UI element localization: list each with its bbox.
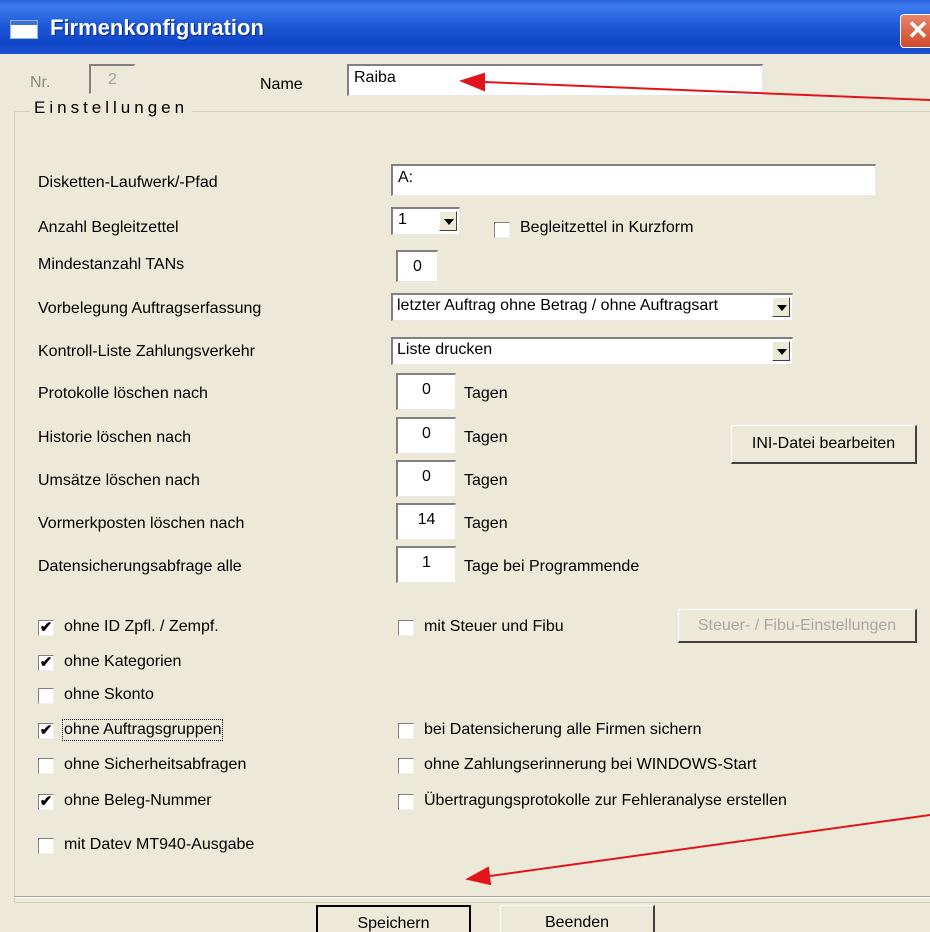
option-checkbox[interactable] [398,620,414,636]
option-label: mit Steuer und Fibu [424,618,564,635]
historie-input[interactable]: 0 [396,417,456,454]
protokolle-label: Protokolle löschen nach [38,385,208,402]
vormerk-label: Vormerkposten löschen nach [38,515,245,532]
begleit-kurzform-label: Begleitzettel in Kurzform [520,219,694,236]
umsaetze-unit: Tagen [464,472,508,489]
option-checkbox[interactable] [398,758,414,774]
checkmark-icon: ✔ [39,722,53,739]
steuer-fibu-button[interactable]: Steuer- / Fibu-Einstellungen [678,609,917,643]
option-label: ohne ID Zpfl. / Zempf. [64,618,219,635]
umsaetze-label: Umsätze löschen nach [38,472,200,489]
quit-button[interactable]: Beenden [500,905,655,932]
begleit-kurzform-checkbox[interactable] [494,222,510,238]
option-label: ohne Skonto [64,686,154,703]
disk-path-label: Disketten-Laufwerk/-Pfad [38,174,218,191]
protokolle-input[interactable]: 0 [396,373,456,410]
name-input[interactable]: Raiba [347,64,763,96]
option-checkbox[interactable] [398,723,414,739]
vorbelegung-label: Vorbelegung Auftragserfassung [38,300,262,317]
tan-input[interactable]: 0 [396,250,438,282]
tan-label: Mindestanzahl TANs [38,256,185,273]
option-checkbox[interactable] [398,794,414,810]
settings-group-title: Einstellungen [30,98,193,118]
checkmark-icon: ✔ [39,619,53,636]
nr-field: 2 [89,64,135,94]
disk-path-input[interactable]: A: [391,164,876,196]
chevron-down-icon[interactable] [772,341,790,361]
option-checkbox[interactable]: ✔ [38,620,54,636]
umsaetze-input[interactable]: 0 [396,460,456,497]
datensich-unit: Tage bei Programmende [464,558,640,575]
vormerk-unit: Tagen [464,515,508,532]
option-checkbox[interactable]: ✔ [38,794,54,810]
option-checkbox[interactable] [38,838,54,854]
option-checkbox[interactable]: ✔ [38,723,54,739]
option-label: mit Datev MT940-Ausgabe [64,836,255,853]
chevron-down-icon[interactable] [772,297,790,317]
nr-label: Nr. [30,74,51,91]
kontroll-select[interactable]: Liste drucken [391,337,793,365]
title-bar[interactable]: Firmenkonfiguration ✕ [0,0,930,54]
kontroll-label: Kontroll-Liste Zahlungsverkehr [38,343,255,360]
dialog-window: Firmenkonfiguration ✕ Nr. 2 Name Raiba E… [0,0,930,932]
checkmark-icon: ✔ [39,654,53,671]
close-button[interactable]: ✕ [900,14,930,48]
window-title: Firmenkonfiguration [50,15,264,40]
name-label: Name [260,76,303,93]
option-label: Übertragungsprotokolle zur Fehleranalyse… [424,792,787,809]
save-button[interactable]: Speichern [316,905,471,932]
option-label: ohne Sicherheitsabfragen [64,756,247,773]
option-label: bei Datensicherung alle Firmen sichern [424,721,702,738]
kontroll-value: Liste drucken [397,341,493,358]
checkmark-icon: ✔ [39,793,53,810]
option-label: ohne Zahlungserinnerung bei WINDOWS-Star… [424,756,757,773]
window-icon [10,20,38,39]
protokolle-unit: Tagen [464,385,508,402]
divider [14,896,930,898]
vorbelegung-value: letzter Auftrag ohne Betrag / ohne Auftr… [397,297,719,314]
historie-unit: Tagen [464,429,508,446]
option-label: ohne Auftragsgruppen [61,719,224,741]
begleitzettel-select[interactable]: 1 [391,207,460,235]
datensich-label: Datensicherungsabfrage alle [38,558,242,575]
vormerk-input[interactable]: 14 [396,503,456,540]
chevron-down-icon[interactable] [439,211,457,231]
historie-label: Historie löschen nach [38,429,191,446]
vorbelegung-select[interactable]: letzter Auftrag ohne Betrag / ohne Auftr… [391,293,793,321]
option-checkbox[interactable] [38,758,54,774]
option-checkbox[interactable]: ✔ [38,655,54,671]
datensich-input[interactable]: 1 [396,546,456,583]
begleitzettel-value: 1 [398,211,407,228]
option-label: ohne Beleg-Nummer [64,792,212,809]
begleitzettel-label: Anzahl Begleitzettel [38,219,179,236]
ini-edit-button[interactable]: INI-Datei bearbeiten [731,425,917,464]
option-checkbox[interactable] [38,688,54,704]
option-label: ohne Kategorien [64,653,182,670]
